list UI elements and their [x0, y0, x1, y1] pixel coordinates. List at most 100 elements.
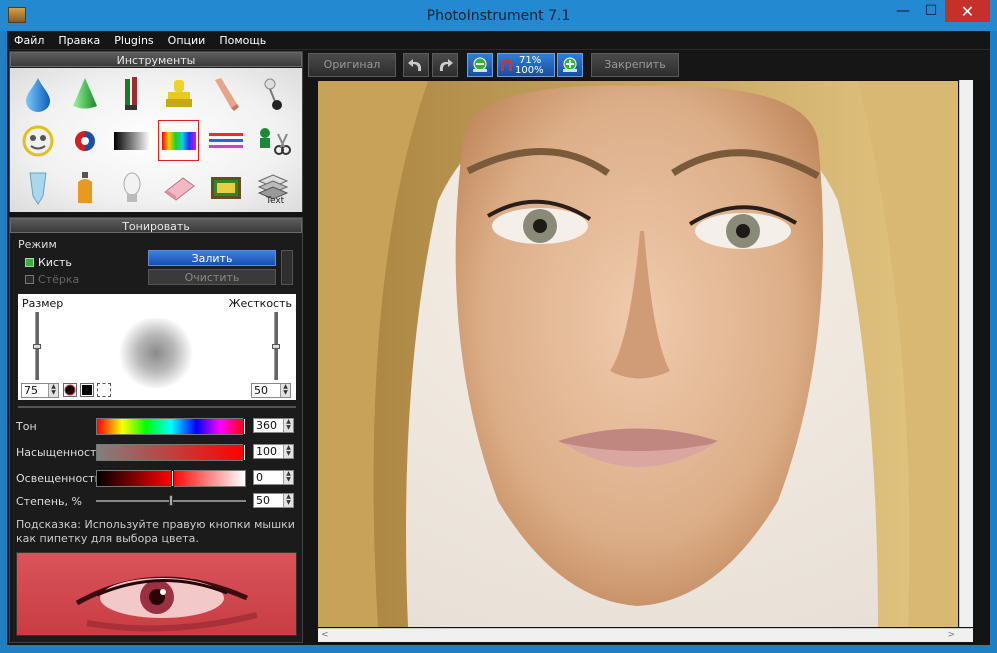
zoom-in-icon: [563, 57, 577, 72]
rainbow-gradient-icon: [161, 131, 196, 150]
spin-arrows-icon[interactable]: ▲ ▼: [283, 471, 293, 484]
saturation-slider[interactable]: [96, 444, 246, 461]
hardness-slider-thumb[interactable]: [272, 343, 280, 349]
lightness-slider-marker[interactable]: [171, 470, 174, 487]
degree-slider[interactable]: [96, 495, 246, 506]
menu-bar: Файл Правка Plugins Опции Помощь: [7, 31, 990, 50]
hue-spinbox[interactable]: 360 ▲ ▼: [253, 418, 294, 433]
eraser-option[interactable]: Стёрка: [25, 273, 79, 286]
hue-slider-marker[interactable]: [243, 418, 246, 435]
hue-value: 360: [256, 419, 277, 432]
tool-rainbow-gradient[interactable]: [155, 117, 202, 164]
spin-arrows-icon[interactable]: ▲ ▼: [283, 445, 293, 458]
brush-option[interactable]: Кисть: [25, 256, 72, 269]
brush-settings: Размер Жесткость 75 ▲ ▼ 50 ▲ ▼: [18, 294, 296, 400]
tool-pin[interactable]: [249, 70, 296, 117]
spin-arrows-icon[interactable]: ▲ ▼: [283, 419, 293, 432]
tool-stamp[interactable]: [155, 70, 202, 117]
brush-option-label: Кисть: [38, 256, 72, 269]
vertical-scrollbar[interactable]: [959, 80, 973, 627]
cone-icon: [72, 77, 97, 108]
zoom-in-button[interactable]: [557, 53, 583, 77]
tool-tv[interactable]: [202, 164, 249, 211]
menu-options[interactable]: Опции: [161, 31, 213, 50]
window-title: PhotoInstrument 7.1: [426, 8, 571, 24]
tool-tube[interactable]: [14, 164, 61, 211]
square-icon: [82, 385, 92, 395]
hardness-slider[interactable]: [272, 312, 280, 380]
undo-icon: [408, 59, 422, 71]
tool-gradient[interactable]: [108, 117, 155, 164]
maximize-button[interactable]: ☐: [917, 0, 945, 22]
tool-eye-contrast[interactable]: [61, 117, 108, 164]
photo-canvas[interactable]: [318, 81, 958, 627]
round-brush-button[interactable]: [63, 383, 77, 397]
size-slider-thumb[interactable]: [33, 343, 41, 349]
degree-slider-thumb[interactable]: [169, 495, 173, 506]
saturation-spinbox[interactable]: 100 ▲ ▼: [253, 444, 294, 459]
menu-edit[interactable]: Правка: [51, 31, 107, 50]
canvas-area: < >: [317, 80, 973, 645]
lightness-spinbox[interactable]: 0 ▲ ▼: [253, 470, 294, 485]
portrait-photo: [318, 81, 958, 627]
pin-icon: [264, 78, 282, 110]
spin-arrows-icon[interactable]: ▲ ▼: [280, 384, 290, 397]
tool-eraser[interactable]: [155, 164, 202, 211]
mode-scrollbar[interactable]: [281, 250, 293, 285]
redo-button[interactable]: [432, 53, 458, 77]
tube-icon: [28, 172, 47, 205]
app-client: Файл Правка Plugins Опции Помощь Инструм…: [7, 31, 990, 645]
divider: [18, 406, 296, 408]
horizontal-scrollbar[interactable]: < >: [318, 628, 973, 642]
saturation-slider-marker[interactable]: [243, 444, 246, 461]
tool-mask[interactable]: [14, 117, 61, 164]
tool-color-lines[interactable]: [202, 117, 249, 164]
pin-button[interactable]: Закрепить: [591, 53, 679, 77]
size-label: Размер: [22, 297, 64, 310]
tool-clone-scissors[interactable]: [249, 117, 296, 164]
eraser-finger-icon: [214, 77, 239, 111]
lightness-slider[interactable]: [96, 470, 246, 487]
scroll-left-icon[interactable]: <: [321, 630, 329, 640]
original-button[interactable]: Оригинал: [308, 53, 396, 77]
checkbox-unchecked-icon: [25, 275, 34, 284]
clear-button[interactable]: Очистить: [148, 269, 276, 285]
minimize-button[interactable]: —: [889, 0, 917, 22]
fill-button[interactable]: Залить: [148, 250, 276, 266]
hardness-spinbox[interactable]: 50 ▲ ▼: [251, 383, 291, 398]
size-spinbox[interactable]: 75 ▲ ▼: [21, 383, 59, 398]
tool-bulb[interactable]: [108, 164, 155, 211]
clone-scissors-icon: [259, 127, 291, 155]
tool-cone[interactable]: [61, 70, 108, 117]
lightness-label: Освещенность: [16, 472, 102, 485]
size-slider[interactable]: [33, 312, 41, 380]
menu-plugins[interactable]: Plugins: [107, 31, 160, 50]
menu-file[interactable]: Файл: [7, 31, 51, 50]
zoom-indicator[interactable]: 71% 100%: [497, 53, 555, 77]
selection-brush-button[interactable]: [97, 383, 111, 397]
left-panel: Инструменты Text Тонировать Режим Кисть …: [9, 51, 304, 643]
degree-value: 50: [256, 494, 270, 507]
spin-arrows-icon[interactable]: ▲ ▼: [283, 494, 293, 507]
svg-text:Text: Text: [265, 196, 285, 205]
degree-spinbox[interactable]: 50 ▲ ▼: [253, 493, 294, 508]
hue-slider[interactable]: [96, 418, 246, 435]
tool-bottle[interactable]: [61, 164, 108, 211]
tv-icon: [210, 176, 241, 199]
menu-help[interactable]: Помощь: [212, 31, 273, 50]
redo-icon: [439, 59, 453, 71]
tool-brushes[interactable]: [108, 70, 155, 117]
undo-button[interactable]: [403, 53, 429, 77]
hint-text: Подсказка: Используйте правую кнопки мыш…: [16, 518, 295, 545]
close-button[interactable]: ✕: [945, 0, 990, 22]
scroll-right-icon[interactable]: >: [947, 630, 955, 640]
zoom-out-icon: [473, 57, 487, 72]
tool-finger[interactable]: [202, 70, 249, 117]
water-drop-icon: [25, 77, 50, 112]
eye-contrast-icon: [74, 130, 95, 151]
square-brush-button[interactable]: [80, 383, 94, 397]
tool-text-stack[interactable]: Text: [249, 164, 296, 211]
spin-arrows-icon[interactable]: ▲ ▼: [48, 384, 58, 397]
tool-water-drop[interactable]: [14, 70, 61, 117]
zoom-out-button[interactable]: [467, 53, 493, 77]
